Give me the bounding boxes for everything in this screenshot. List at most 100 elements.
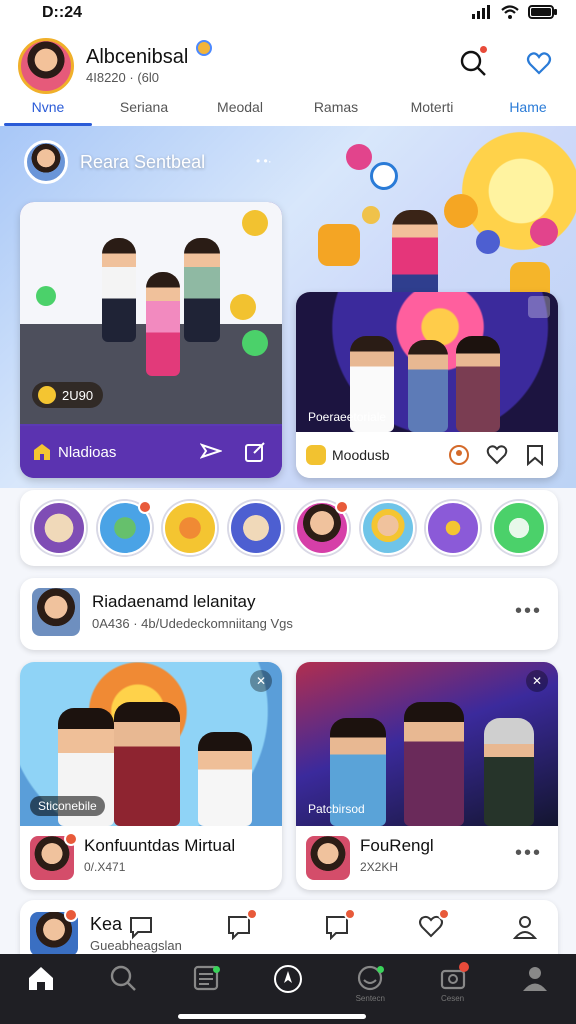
profile-icon <box>522 967 547 991</box>
search-button[interactable] <box>456 44 490 80</box>
post-subtitle: 0A436 · 4b/Udedeckomniitang Vgs <box>92 616 293 631</box>
profile-button[interactable] <box>510 912 540 942</box>
house-icon <box>34 444 50 460</box>
card-label: Moodusb <box>332 447 390 463</box>
story-avatar[interactable] <box>31 501 86 555</box>
close-icon[interactable]: ✕ <box>250 670 272 692</box>
tab-ramas[interactable]: Ramas <box>288 96 384 126</box>
tab-seriana[interactable]: Seriana <box>96 96 192 126</box>
message-button[interactable] <box>322 908 356 942</box>
nav-profile[interactable] <box>515 964 555 1010</box>
character-figure <box>392 210 438 302</box>
profile-subtitle: 4I8220 · (6l0 <box>86 70 159 85</box>
feed-caption: Sticonebile <box>30 796 105 816</box>
feed-badge <box>64 832 78 846</box>
hero-banner: Reara Sentbeal • •· 2U90 Nladioas Poerae… <box>0 126 576 488</box>
post-title: Riadaenamd lelanitay <box>92 592 256 611</box>
nav-label: Sentecn <box>355 994 385 1003</box>
tab-hame[interactable]: Hame <box>480 96 576 126</box>
tab-moterti[interactable]: Moterti <box>384 96 480 126</box>
coin-icon <box>38 386 56 404</box>
status-icons <box>472 5 558 19</box>
nav-feed[interactable] <box>186 964 226 1010</box>
feed-meta-text: 2X2KH <box>360 860 399 874</box>
like-button[interactable] <box>416 908 450 942</box>
person-icon <box>512 916 538 939</box>
card-action-bar: Nladioas <box>20 426 282 478</box>
app-header: Albcenibsal 4I8220 · (6l0 Nvne Seriana M… <box>0 28 576 126</box>
featured-card-left[interactable]: 2U90 Nladioas <box>20 202 282 478</box>
pill-icon <box>306 445 326 465</box>
wifi-icon <box>501 5 519 19</box>
person-figure <box>404 702 464 826</box>
comment-button[interactable] <box>126 912 156 942</box>
mini-title: Kea <box>90 914 123 934</box>
feed-card[interactable]: ✕ Sticonebile Konfuuntdas Mirtual 0/.X47… <box>20 662 282 890</box>
card-caption: Poeraeetoriale <box>308 410 387 424</box>
ball-icon <box>444 194 478 228</box>
notification-dot <box>344 908 356 920</box>
story-avatar[interactable] <box>426 501 481 555</box>
heart-chat-icon <box>526 52 552 75</box>
feed-meta-text: 0/.X471 <box>84 860 126 874</box>
share-button[interactable] <box>196 437 226 467</box>
more-options-button[interactable]: ••• <box>515 600 542 623</box>
person-figure <box>146 272 180 376</box>
stories-row <box>20 490 558 566</box>
mini-post-row[interactable]: Kea Gueabheagslan <box>20 900 558 958</box>
profile-name[interactable]: Albcenibsal <box>86 46 188 69</box>
person-figure <box>484 718 534 826</box>
search-icon <box>111 965 137 991</box>
card-label: Nladioas <box>58 443 117 461</box>
feed-meta: FouRengl 2X2KH ••• <box>296 826 558 890</box>
story-avatar[interactable] <box>97 500 152 555</box>
star-icon <box>362 206 380 224</box>
more-options-button[interactable]: ••• <box>515 842 542 865</box>
profile-button[interactable] <box>446 442 472 468</box>
tab-bar: Nvne Seriana Meodal Ramas Moterti Hame <box>0 96 576 126</box>
featured-card-right[interactable]: Poeraeetoriale Moodusb <box>296 292 558 478</box>
location-icon <box>449 445 469 465</box>
nav-camera[interactable]: Cesen <box>433 962 473 1010</box>
sticker-icon <box>346 144 372 170</box>
feed-title: Konfuuntdas Mirtual <box>84 836 236 855</box>
close-icon[interactable] <box>528 296 550 318</box>
favorites-button[interactable] <box>522 46 556 80</box>
story-avatar[interactable] <box>294 500 349 555</box>
story-avatar[interactable] <box>492 501 547 555</box>
search-badge <box>478 44 489 55</box>
nav-search[interactable] <box>103 964 143 1010</box>
tab-meodal[interactable]: Meodal <box>192 96 288 126</box>
profile-avatar[interactable] <box>18 38 74 94</box>
search-chat-button[interactable] <box>224 908 258 942</box>
viewer-count: 2U90 <box>62 387 94 403</box>
banner-avatar[interactable] <box>24 140 68 184</box>
bookmark-button[interactable] <box>522 442 548 468</box>
card-action-bar: Moodusb <box>296 432 558 478</box>
banner-dots: • •· <box>256 154 272 168</box>
tab-nvne[interactable]: Nvne <box>0 96 96 126</box>
nav-label: Cesen <box>440 994 465 1003</box>
notification-dot <box>458 962 469 972</box>
person-figure <box>102 238 136 342</box>
edit-button[interactable] <box>240 437 270 467</box>
chat-bubble-icon <box>318 224 360 266</box>
bookmark-icon <box>527 445 543 466</box>
nav-home[interactable] <box>21 964 61 1010</box>
like-button[interactable] <box>484 442 510 468</box>
story-avatar[interactable] <box>163 501 218 555</box>
story-avatar[interactable] <box>229 501 284 555</box>
feed-card[interactable]: ✕ Patcbirsod FouRengl 2X2KH ••• <box>296 662 558 890</box>
feed-caption: Patcbirsod <box>308 802 365 816</box>
nav-smiley[interactable]: Sentecn <box>350 964 390 1010</box>
nav-create[interactable] <box>268 964 308 1010</box>
close-icon[interactable]: ✕ <box>526 670 548 692</box>
story-avatar[interactable] <box>360 501 415 555</box>
viewer-chip: 2U90 <box>32 382 104 408</box>
story-badge <box>334 500 349 514</box>
story-badge <box>137 500 152 514</box>
feed-avatar <box>306 836 350 880</box>
sticker-icon <box>530 218 558 246</box>
mini-badge <box>64 908 78 922</box>
post-list-item[interactable]: Riadaenamd lelanitay 0A436 · 4b/Udedecko… <box>20 578 558 650</box>
